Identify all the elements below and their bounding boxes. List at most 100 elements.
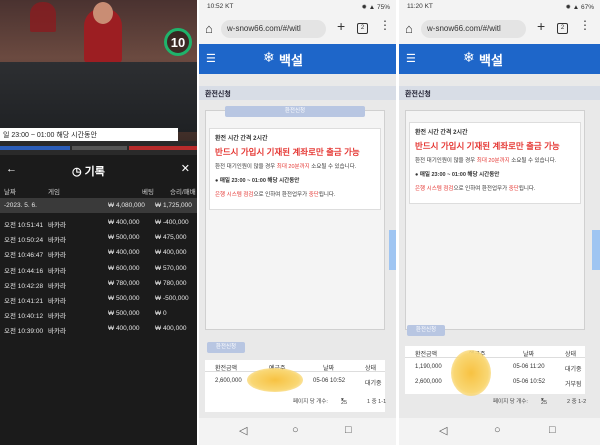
history-row[interactable]: 오전 10:44:16 바카라 ₩ 600,000 ₩ 570,000 <box>0 261 197 276</box>
redaction-blur <box>451 350 491 396</box>
game-table <box>0 62 197 132</box>
status-bar: 11:20 KT ✹ ▲ 67% <box>399 0 600 14</box>
tabs-icon[interactable]: 2 <box>557 23 568 34</box>
notice-wait-c: 소요될 수 있습니다. <box>511 158 557 164</box>
more-icon[interactable]: ⋮ <box>579 18 591 32</box>
section-title: 환전신청 <box>199 86 396 100</box>
menu-icon[interactable]: ☰ <box>206 52 216 65</box>
date-bet: ₩ 4,080,000 <box>108 202 145 209</box>
history-row[interactable]: 오전 10:51:41 바카라 ₩ 400,000 ₩ -400,000 <box>0 215 197 230</box>
side-scroll-tab[interactable] <box>592 230 600 270</box>
pager-size-select[interactable]: 25 ▾ <box>341 397 347 406</box>
pager-size-select[interactable]: 25 ▾ <box>541 397 547 406</box>
row-bet: ₩ 500,000 <box>108 310 140 318</box>
nav-back-icon[interactable]: ◁ <box>239 424 247 437</box>
date-label: -2023. 5. 6. <box>4 202 37 209</box>
history-columns: 날짜 게임 베팅 승리/패배 <box>0 184 197 196</box>
row-bet: ₩ 600,000 <box>108 264 140 272</box>
table-header: 환전금액 예금주 날짜 상태 <box>405 346 585 358</box>
date-result: ₩ 1,725,000 <box>155 202 192 209</box>
th-status: 상태 <box>565 352 577 358</box>
row-amount: 2,600,000 <box>215 378 242 384</box>
status-clock: 11:20 KT <box>407 3 433 10</box>
battery-level: 67% <box>580 4 594 11</box>
row-bet: ₩ 400,000 <box>108 325 140 333</box>
redaction-blur <box>247 368 303 392</box>
notice-bank-c: 중단 <box>508 186 519 192</box>
site-brand[interactable]: 백설 <box>279 50 303 69</box>
row-bet: ₩ 500,000 <box>108 234 140 242</box>
plus-icon[interactable]: + <box>537 18 545 34</box>
history-row[interactable]: 오전 10:50:24 바카라 ₩ 500,000 ₩ 475,000 <box>0 230 197 245</box>
pager-label: 페이지 당 개수: <box>493 399 528 405</box>
more-icon[interactable]: ⋮ <box>379 18 391 32</box>
row-game: 바카라 <box>48 267 66 275</box>
history-title-text: 기록 <box>84 166 105 178</box>
bet-strip <box>0 141 197 155</box>
row-result: ₩ 0 <box>155 310 167 318</box>
plus-icon[interactable]: + <box>337 18 345 34</box>
nav-recent-icon[interactable]: □ <box>345 424 352 436</box>
row-result: ₩ -400,000 <box>155 219 189 226</box>
nav-home-icon[interactable]: ○ <box>292 424 299 436</box>
submit-withdraw-button[interactable]: 환전신청 <box>407 325 445 336</box>
snowflake-icon: ❄ <box>263 49 275 65</box>
tabs-icon[interactable]: 2 <box>357 23 368 34</box>
notice-interval: 환전 시간 간격 2시간 <box>415 130 468 136</box>
ticker-notice: 일 23:00 ~ 01:00 해당 시간동안 <box>0 128 178 141</box>
pager-range: 2 중 1-2 <box>567 399 587 405</box>
phone-screen-2: 11:20 KT ✹ ▲ 67% ⌂ w-snow66.com/#/witl +… <box>399 0 600 445</box>
row-game: 바카라 <box>48 252 66 260</box>
history-row[interactable]: 오전 10:40:12 바카라 ₩ 500,000 ₩ 0 <box>0 306 197 321</box>
submit-withdraw-button[interactable]: 환전신청 <box>207 342 245 353</box>
nav-back-icon[interactable]: ◁ <box>439 424 447 437</box>
back-arrow-icon[interactable]: ← <box>6 163 17 175</box>
col-game: 게임 <box>48 189 60 196</box>
top-withdraw-button[interactable]: 환전신청 <box>225 106 365 117</box>
status-clock: 10:52 KT <box>207 3 234 10</box>
nav-home-icon[interactable]: ○ <box>494 424 501 436</box>
th-date: 날짜 <box>523 352 535 358</box>
pagination: 페이지 당 개수: 25 ▾ 1 중 1-1 <box>205 394 387 408</box>
row-game: 바카라 <box>48 298 66 305</box>
row-bet: ₩ 500,000 <box>108 295 140 302</box>
nav-recent-icon[interactable]: □ <box>549 424 556 436</box>
history-row[interactable]: 오전 10:46:47 바카라 ₩ 400,000 ₩ 400,000 <box>0 245 197 260</box>
history-title: ◷ 기록 <box>72 163 105 179</box>
notice-account-warning: 반드시 가입시 기재된 계좌로만 출금 가능 <box>215 147 360 157</box>
history-row[interactable]: 오전 10:42:28 바카라 ₩ 780,000 ₩ 780,000 <box>0 276 197 291</box>
col-bet: 베팅 <box>142 189 154 196</box>
url-bar[interactable]: w-snow66.com/#/witl <box>221 20 326 38</box>
site-brand[interactable]: 백설 <box>479 50 503 69</box>
row-result: ₩ 400,000 <box>155 325 187 333</box>
row-bet: ₩ 400,000 <box>108 249 140 257</box>
side-scroll-tab[interactable] <box>389 230 396 270</box>
th-amount: 환전금액 <box>415 352 438 358</box>
row-game: 바카라 <box>48 237 66 245</box>
home-icon[interactable]: ⌂ <box>405 21 413 36</box>
row-time: 오전 10:42:28 <box>4 282 44 290</box>
history-date-row[interactable]: -2023. 5. 6. ₩ 4,080,000 ₩ 1,725,000 <box>0 198 197 213</box>
notice-wait-b: 최대 20분까지 <box>276 164 310 170</box>
history-row[interactable]: 오전 10:41:21 바카라 ₩ 500,000 ₩ -500,000 <box>0 291 197 306</box>
browser-toolbar: ⌂ w-snow66.com/#/witl + 2 ⋮ <box>399 14 600 44</box>
close-icon[interactable]: ✕ <box>181 162 190 175</box>
history-row[interactable]: 오전 10:39:00 바카라 ₩ 400,000 ₩ 400,000 <box>0 321 197 336</box>
home-icon[interactable]: ⌂ <box>205 21 213 36</box>
row-result: ₩ 475,000 <box>155 234 187 242</box>
row-game: 바카라 <box>48 222 66 229</box>
status-signal: ✹ ▲ 67% <box>565 4 594 11</box>
notice-account-warning: 반드시 가입시 기재된 계좌로만 출금 가능 <box>415 141 560 151</box>
notice-wait-b: 최대 20분까지 <box>476 158 510 164</box>
row-time: 오전 10:39:00 <box>4 328 44 336</box>
menu-icon[interactable]: ☰ <box>406 52 416 65</box>
row-result: ₩ 570,000 <box>155 264 187 272</box>
row-date: 05-06 10:52 <box>313 378 346 384</box>
android-nav-bar: ◁ ○ □ <box>199 418 396 445</box>
row-game: 바카라 <box>48 282 66 290</box>
pager-range: 1 중 1-1 <box>367 399 387 405</box>
url-bar[interactable]: w-snow66.com/#/witl <box>421 20 526 38</box>
row-bet: ₩ 780,000 <box>108 279 140 287</box>
dealer-figure-left <box>30 2 56 32</box>
row-result: ₩ 400,000 <box>155 249 187 257</box>
